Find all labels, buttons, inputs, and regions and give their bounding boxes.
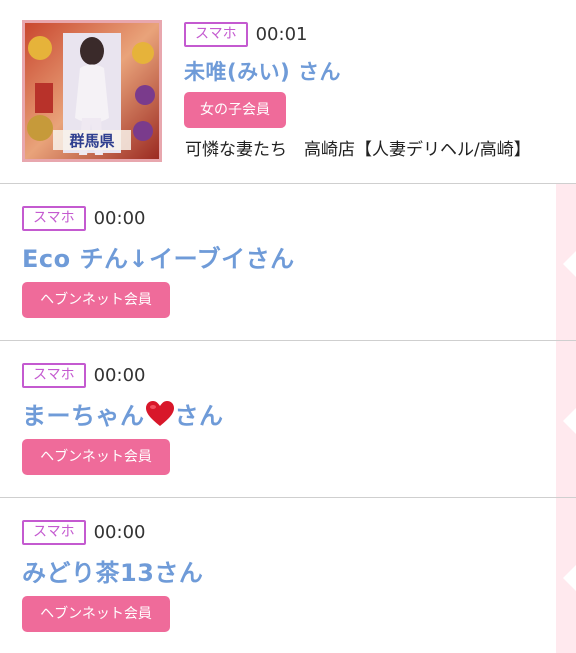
device-badge: スマホ — [22, 520, 86, 545]
visitor-entry[interactable]: スマホ 00:00 みどり茶13さん ヘブンネット会員 — [0, 498, 576, 653]
visit-time: 00:01 — [255, 24, 308, 45]
visitor-entry[interactable]: スマホ 00:00 まーちゃん さん ヘブンネット会員 — [0, 341, 576, 498]
shop-name[interactable]: 可憐な妻たち 高崎店【人妻デリヘル/高崎】 — [185, 135, 531, 160]
visitor-name[interactable]: みどり茶13さん — [22, 553, 203, 588]
visitor-name[interactable]: Eco チん↓イーブイさん — [22, 239, 295, 274]
visitor-name[interactable]: 未唯(みい) さん — [184, 56, 341, 86]
visit-time: 00:00 — [93, 208, 146, 229]
member-type-button[interactable]: ヘブンネット会員 — [22, 282, 170, 318]
member-type-button[interactable]: ヘブンネット会員 — [22, 596, 170, 632]
member-type-button[interactable]: ヘブンネット会員 — [22, 439, 170, 475]
visitor-entry[interactable]: スマホ 00:00 Eco チん↓イーブイさん ヘブンネット会員 — [0, 184, 576, 341]
member-type-button[interactable]: 女の子会員 — [184, 92, 286, 128]
visit-time: 00:00 — [93, 522, 146, 543]
visitor-name-part: まーちゃん — [22, 402, 145, 430]
side-strip — [556, 184, 576, 340]
side-strip — [556, 498, 576, 653]
device-badge: スマホ — [22, 363, 86, 388]
visitor-name[interactable]: まーちゃん さん — [22, 396, 224, 431]
heart-icon — [145, 401, 174, 426]
device-badge: スマホ — [184, 22, 248, 47]
visitor-name-suffix: さん — [174, 402, 224, 430]
device-badge: スマホ — [22, 206, 86, 231]
profile-thumbnail[interactable]: 群馬県 — [22, 20, 162, 162]
side-strip — [556, 341, 576, 497]
visit-time: 00:00 — [93, 365, 146, 386]
thumbnail-caption: 群馬県 — [69, 132, 114, 150]
visitor-entry[interactable]: 群馬県 スマホ 00:01 未唯(みい) さん 女の子会員 可憐な妻たち 高崎店… — [0, 0, 576, 184]
